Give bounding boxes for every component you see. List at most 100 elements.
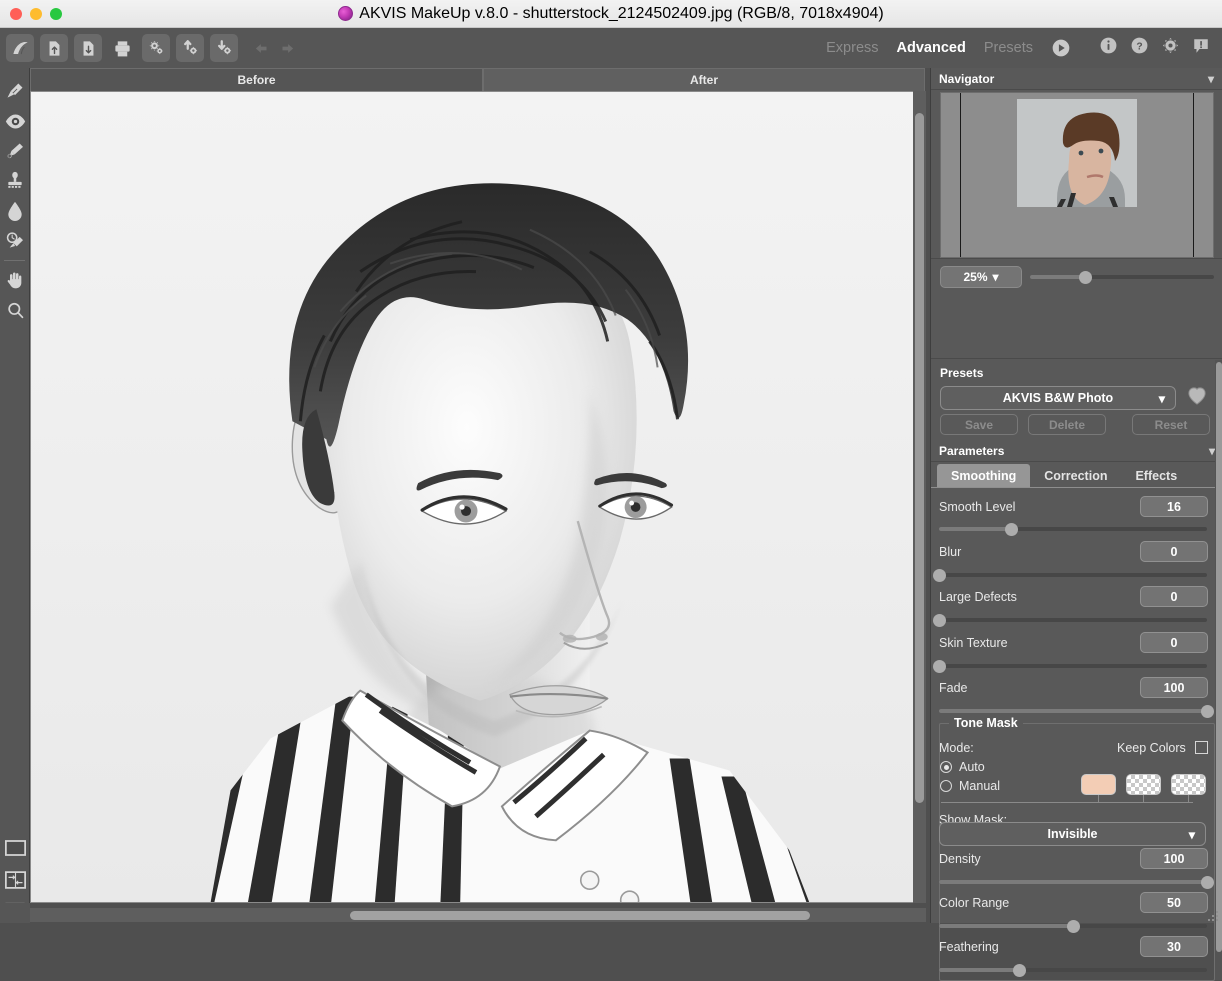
skin-texture-knob[interactable]	[933, 660, 946, 673]
smooth-level-knob[interactable]	[1005, 523, 1018, 536]
open-image-button[interactable]	[6, 34, 34, 62]
color-range-knob[interactable]	[1067, 920, 1080, 933]
image-canvas[interactable]	[30, 91, 925, 903]
skin-texture-slider[interactable]	[939, 664, 1207, 668]
mode-auto-radio[interactable]	[940, 761, 952, 773]
tool-stamp[interactable]	[0, 166, 30, 196]
tool-eye-retouch[interactable]	[0, 106, 30, 136]
export-settings-button[interactable]	[210, 34, 238, 62]
tool-exclusion-brush[interactable]	[0, 136, 30, 166]
canvas-vertical-scrollbar[interactable]	[913, 91, 926, 903]
scrollbar-corner	[0, 903, 30, 923]
resize-grip-icon[interactable]	[1208, 909, 1220, 921]
print-button[interactable]	[108, 34, 136, 62]
feathering-value[interactable]: 30	[1140, 936, 1208, 957]
skin-texture-value[interactable]: 0	[1140, 632, 1208, 653]
feathering-knob[interactable]	[1013, 964, 1026, 977]
fade-slider[interactable]	[939, 709, 1207, 713]
tab-advanced[interactable]: Advanced	[897, 40, 966, 56]
help-icon[interactable]: ?	[1130, 36, 1149, 60]
navigator-header[interactable]: Navigator ▾	[931, 68, 1222, 90]
swatch-tick	[1188, 795, 1189, 803]
smooth-level-slider[interactable]	[939, 527, 1207, 531]
parameters-header[interactable]: Parameters ▾	[931, 440, 1222, 462]
zoom-level-select[interactable]: 25% ▾	[940, 266, 1022, 288]
tool-split-view[interactable]	[0, 865, 30, 895]
preset-selected-value: AKVIS B&W Photo	[1003, 391, 1113, 405]
panel-scrollbar[interactable]	[1215, 360, 1222, 980]
tone-plus-swatch[interactable]	[1126, 774, 1161, 795]
large-defects-knob[interactable]	[933, 614, 946, 627]
zoom-slider[interactable]	[1030, 275, 1214, 279]
blur-knob[interactable]	[933, 569, 946, 582]
mode-manual-radio[interactable]	[940, 780, 952, 792]
tool-zoom[interactable]	[0, 295, 30, 325]
run-button[interactable]	[1051, 38, 1071, 58]
navigator-thumbnail[interactable]	[940, 92, 1214, 258]
color-range-slider[interactable]	[939, 924, 1207, 928]
chevron-down-icon[interactable]: ▾	[1208, 72, 1214, 86]
tab-express[interactable]: Express	[826, 40, 878, 56]
tab-correction[interactable]: Correction	[1030, 464, 1121, 487]
show-mask-select[interactable]: Invisible ▾	[939, 822, 1206, 846]
navigator-title: Navigator	[939, 72, 994, 86]
preset-save-button[interactable]: Save	[940, 414, 1018, 435]
large-defects-label: Large Defects	[939, 590, 1017, 604]
density-knob[interactable]	[1201, 876, 1214, 889]
tool-smoothing-brush[interactable]	[0, 76, 30, 106]
tab-before[interactable]: Before	[30, 68, 483, 91]
blur-slider[interactable]	[939, 573, 1207, 577]
window-titlebar: AKVIS MakeUp v.8.0 - shutterstock_212450…	[0, 0, 1222, 28]
tab-smoothing[interactable]: Smoothing	[937, 464, 1030, 487]
before-after-tabbar: Before After	[30, 68, 925, 91]
save-file-button[interactable]	[74, 34, 102, 62]
tab-effects[interactable]: Effects	[1121, 464, 1191, 487]
canvas-horizontal-scrollbar[interactable]	[30, 908, 926, 922]
tool-history-brush[interactable]	[0, 226, 30, 256]
preset-reset-button[interactable]: Reset	[1132, 414, 1210, 435]
preset-select[interactable]: AKVIS B&W Photo ▾	[940, 386, 1176, 410]
color-range-value[interactable]: 50	[1140, 892, 1208, 913]
fade-knob[interactable]	[1201, 705, 1214, 718]
preset-save-label: Save	[965, 418, 993, 432]
tool-view-mode[interactable]	[0, 833, 30, 863]
settings-batch-button[interactable]	[142, 34, 170, 62]
import-settings-button[interactable]	[176, 34, 204, 62]
undo-button[interactable]	[248, 35, 274, 61]
zoom-control-row: 25% ▾	[940, 264, 1214, 290]
edited-photo	[31, 92, 924, 902]
tab-smoothing-label: Smoothing	[951, 469, 1016, 483]
blur-value[interactable]: 0	[1140, 541, 1208, 562]
tone-color-swatch[interactable]	[1081, 774, 1116, 795]
density-value[interactable]: 100	[1140, 848, 1208, 869]
tool-hand[interactable]	[0, 265, 30, 295]
panel-scroll-thumb[interactable]	[1216, 362, 1222, 952]
redo-button[interactable]	[274, 35, 300, 61]
feathering-slider[interactable]	[939, 968, 1207, 972]
large-defects-value[interactable]: 0	[1140, 586, 1208, 607]
tab-correction-label: Correction	[1044, 469, 1107, 483]
canvas-horizontal-scroll-thumb[interactable]	[350, 911, 810, 920]
preferences-gear-icon[interactable]	[1161, 36, 1180, 60]
tab-after[interactable]: After	[483, 68, 925, 91]
info-icon[interactable]	[1099, 36, 1118, 60]
parameters-title: Parameters	[939, 444, 1004, 458]
keep-colors-checkbox[interactable]	[1195, 741, 1208, 754]
preset-delete-button[interactable]: Delete	[1028, 414, 1106, 435]
tab-before-label: Before	[237, 73, 275, 87]
tab-effects-label: Effects	[1135, 469, 1177, 483]
fade-value[interactable]: 100	[1140, 677, 1208, 698]
density-slider[interactable]	[939, 880, 1207, 884]
canvas-vertical-scroll-thumb[interactable]	[915, 113, 924, 803]
zoom-slider-knob[interactable]	[1079, 271, 1092, 284]
blur-label: Blur	[939, 545, 961, 559]
report-bug-icon[interactable]	[1192, 37, 1210, 60]
smooth-level-value[interactable]: 16	[1140, 496, 1208, 517]
tab-presets[interactable]: Presets	[984, 40, 1033, 56]
open-file-button[interactable]	[40, 34, 68, 62]
tone-minus-swatch[interactable]	[1171, 774, 1206, 795]
heart-icon[interactable]	[1185, 384, 1209, 408]
tool-blur[interactable]	[0, 196, 30, 226]
right-panel: Navigator ▾ 25% ▾	[930, 68, 1222, 923]
large-defects-slider[interactable]	[939, 618, 1207, 622]
